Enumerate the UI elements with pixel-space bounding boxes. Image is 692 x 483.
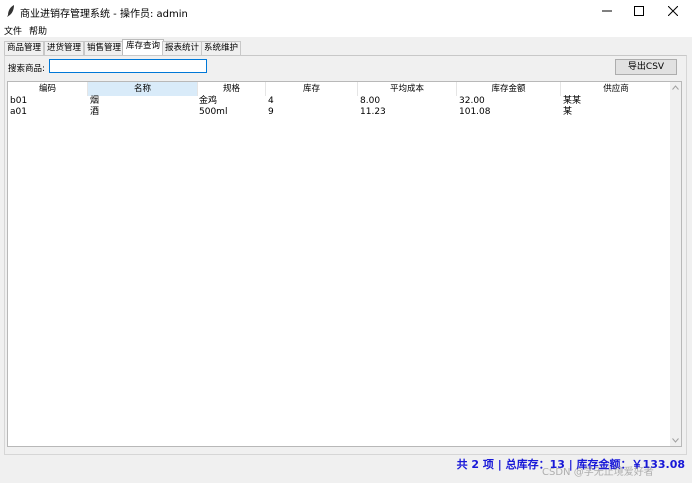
window-title: 商业进销存管理系统 - 操作员: admin	[20, 9, 188, 20]
cell-name: 酒	[90, 107, 100, 117]
inventory-table[interactable]: 编码 名称 规格 库存 平均成本 库存金额 供应商 b01 烟 金鸡 4 8.0…	[7, 81, 682, 447]
tab-sales-management[interactable]: 销售管理	[84, 41, 124, 55]
search-input[interactable]	[49, 59, 207, 73]
column-header-stock[interactable]: 库存	[266, 82, 358, 96]
menu-bar: 文件 帮助	[0, 22, 692, 37]
vertical-scrollbar[interactable]	[670, 82, 681, 446]
scroll-up-button[interactable]	[670, 82, 681, 93]
cell-stock: 4	[268, 96, 274, 106]
scroll-down-button[interactable]	[670, 435, 681, 446]
watermark: CSDN @学无止境爱好者	[542, 467, 654, 478]
menu-help[interactable]: 帮助	[29, 24, 47, 37]
cell-stock-value: 32.00	[459, 96, 485, 106]
minimize-icon	[602, 10, 612, 12]
maximize-button[interactable]	[622, 0, 656, 22]
table-header: 编码 名称 规格 库存 平均成本 库存金额 供应商	[8, 82, 671, 96]
feather-icon	[7, 5, 14, 17]
cell-spec: 金鸡	[199, 96, 218, 106]
table-row[interactable]: a01 酒 500ml 9 11.23 101.08 某	[8, 107, 671, 118]
column-header-code[interactable]: 编码	[8, 82, 88, 96]
cell-stock-value: 101.08	[459, 107, 491, 117]
tab-product-management[interactable]: 商品管理	[4, 41, 44, 55]
tab-reports[interactable]: 报表统计	[162, 41, 202, 55]
maximize-icon	[634, 6, 644, 16]
chevron-up-icon	[672, 85, 679, 90]
cell-name: 烟	[90, 96, 100, 106]
title-bar: 商业进销存管理系统 - 操作员: admin	[0, 0, 692, 22]
cell-supplier: 某	[563, 107, 573, 117]
cell-stock: 9	[268, 107, 274, 117]
table-row[interactable]: b01 烟 金鸡 4 8.00 32.00 某某	[8, 96, 671, 107]
tab-purchase-management[interactable]: 进货管理	[44, 41, 84, 55]
close-icon	[668, 6, 678, 16]
menu-file[interactable]: 文件	[4, 24, 22, 37]
cell-spec: 500ml	[199, 107, 228, 117]
close-button[interactable]	[656, 0, 690, 22]
cell-supplier: 某某	[563, 96, 582, 106]
cell-avg-cost: 11.23	[360, 107, 386, 117]
chevron-down-icon	[672, 438, 679, 443]
column-header-stock-value[interactable]: 库存金额	[457, 82, 561, 96]
cell-code: b01	[10, 96, 28, 106]
export-csv-button[interactable]: 导出CSV	[615, 59, 677, 75]
column-header-spec[interactable]: 规格	[198, 82, 266, 96]
tab-system-maintenance[interactable]: 系统维护	[201, 41, 241, 55]
search-label: 搜索商品:	[8, 64, 45, 74]
cell-code: a01	[10, 107, 27, 117]
cell-avg-cost: 8.00	[360, 96, 381, 106]
minimize-button[interactable]	[590, 0, 624, 22]
tab-inventory-query[interactable]: 库存查询	[122, 39, 164, 55]
column-header-avg-cost[interactable]: 平均成本	[358, 82, 457, 96]
column-header-supplier[interactable]: 供应商	[561, 82, 671, 96]
column-header-name[interactable]: 名称	[88, 82, 198, 96]
